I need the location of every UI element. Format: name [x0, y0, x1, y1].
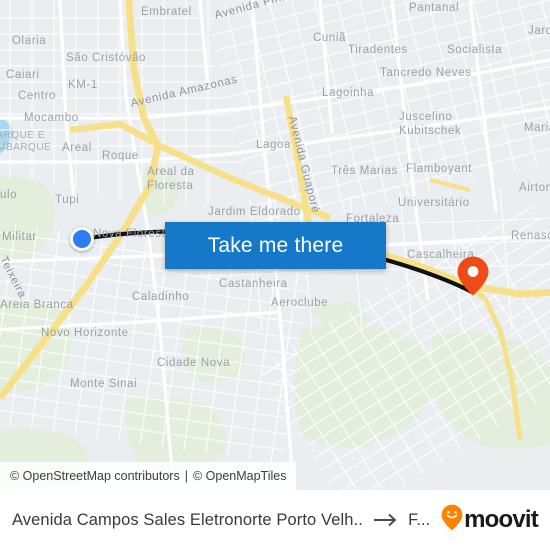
map-label: Maria	[524, 122, 550, 134]
destination-pin-marker[interactable]	[456, 255, 490, 297]
attribution-tiles[interactable]: © OpenMapTiles	[193, 469, 287, 483]
map-label: Novo Horizonte	[41, 327, 129, 339]
map-label: Airton	[519, 182, 550, 194]
map-label: Universitário	[398, 197, 470, 209]
map-label: Mocambo	[24, 112, 79, 124]
map-canvas[interactable]: Embratel Pantanal Jardi Olaria CuniãTiradent…	[0, 0, 550, 490]
moovit-pin-smile-icon	[441, 504, 463, 536]
map-label: Militar	[2, 231, 37, 243]
map-label: Tancredo Neves	[380, 67, 472, 79]
map-label: Cidade Nova	[157, 357, 231, 369]
moovit-map-card: Embratel Pantanal Jardi Olaria CuniãTiradent…	[0, 0, 550, 550]
map-label: PARQUE E EMBARQUE	[0, 130, 52, 153]
map-label: Três Marias	[331, 165, 398, 177]
attribution-separator: |	[184, 469, 188, 483]
map-label: Jardim Eldorado	[208, 206, 301, 218]
map-label: Nova Floresta	[93, 228, 173, 240]
map-label: Jardi	[528, 25, 550, 37]
map-label: ulo	[0, 189, 18, 201]
map-label: KM-1	[68, 79, 98, 91]
map-label: Juscelino Kubitschek	[399, 111, 462, 137]
map-label: Caiari	[6, 69, 40, 81]
map-label: Flamboyant	[406, 163, 473, 175]
map-label: Caladinho	[132, 291, 190, 303]
map-label: Lagoinha	[322, 87, 375, 99]
moovit-wordmark: moovit	[464, 506, 539, 533]
route-destination-label: F...	[408, 510, 431, 529]
map-label: Areia Branca	[0, 299, 74, 311]
origin-dot-marker[interactable]	[70, 227, 94, 251]
map-label: São Cristóvão	[66, 52, 147, 64]
map-label: Olaria	[12, 35, 47, 47]
take-me-there-button[interactable]: Take me there	[165, 222, 386, 269]
map-label: Socialista	[447, 44, 503, 56]
map-label: Tiradentes	[348, 44, 408, 56]
attribution-osm[interactable]: © OpenStreetMap contributors	[10, 469, 180, 483]
moovit-logo[interactable]: moovit	[441, 504, 539, 536]
map-label: Renascer	[511, 230, 550, 242]
map-label: Tupi	[55, 194, 80, 206]
map-label: Castanheira	[219, 278, 288, 290]
map-label: Areal da Floresta	[147, 166, 195, 192]
map-label: Monte Sinai	[70, 378, 138, 390]
map-label: Pantanal	[409, 2, 460, 14]
map-attribution: © OpenStreetMap contributors | © OpenMap…	[0, 462, 297, 490]
map-label: Lagoa	[256, 139, 291, 151]
map-label: Aeroclube	[271, 297, 329, 309]
map-label: Cuniã	[313, 32, 347, 44]
map-label: Areal	[62, 142, 92, 154]
map-pin-icon	[457, 256, 489, 296]
map-label: Embratel	[141, 6, 192, 18]
map-label: Roque	[102, 150, 139, 162]
route-summary-bar: Avenida Campos Sales Eletronorte Porto V…	[0, 490, 550, 550]
map-label: Centro	[18, 90, 57, 102]
arrow-right-icon	[373, 513, 399, 527]
route-origin-label: Avenida Campos Sales Eletronorte Porto V…	[12, 510, 364, 529]
